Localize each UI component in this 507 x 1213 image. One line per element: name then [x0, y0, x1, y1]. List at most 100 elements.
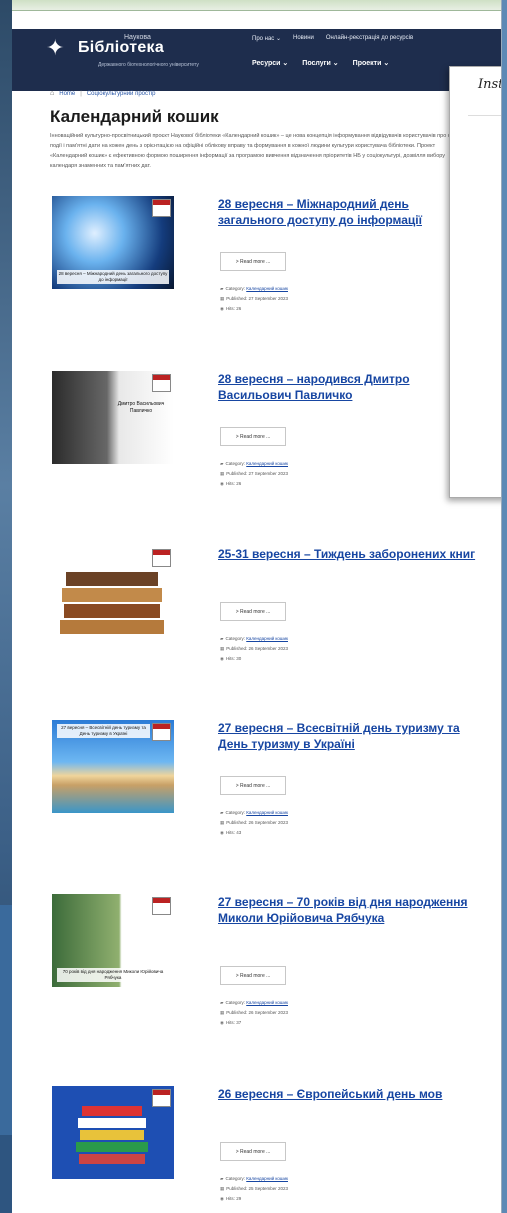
site-header: ✦ Бібліотека Наукова Державного біотехно… — [12, 29, 501, 91]
category-link[interactable]: Календарний кошик — [246, 461, 288, 466]
calendar-badge-icon — [152, 897, 171, 915]
read-more-button[interactable]: > Read more ... — [220, 776, 286, 795]
book-stack-shape — [80, 1130, 144, 1140]
top-navigation: Про нас ⌄ Новини Онлайн-реєстрація до ре… — [252, 35, 413, 42]
article-title-link[interactable]: 27 вересня – Всесвітній день туризму та … — [218, 720, 478, 752]
article-published: ▦ Published: 26 September 2023 — [220, 1008, 288, 1018]
article-title-link[interactable]: 25-31 вересня – Тиждень заборонених книг — [218, 546, 478, 562]
hits-count: Hits: 29 — [225, 1196, 242, 1201]
calendar-icon: ▦ — [220, 820, 225, 825]
category-link[interactable]: Календарний кошик — [246, 636, 288, 641]
article-title-link[interactable]: 28 вересня – народився Дмитро Васильович… — [218, 371, 478, 403]
popup-title: Insta — [478, 77, 501, 92]
article-thumbnail[interactable]: 28 вересня – Міжнародний день загального… — [52, 196, 174, 289]
eye-icon: ◉ — [220, 306, 224, 311]
article-thumbnail[interactable] — [52, 546, 174, 639]
article-hits: ◉ Hits: 43 — [220, 828, 288, 838]
calendar-badge-icon — [152, 199, 171, 217]
read-more-button[interactable]: > Read more ... — [220, 602, 286, 621]
category-link[interactable]: Календарний кошик — [246, 286, 288, 291]
calendar-badge-icon — [152, 1089, 171, 1107]
folder-icon: ▰ — [220, 461, 224, 466]
book-stack-shape — [62, 588, 162, 602]
article-published: ▦ Published: 26 September 2023 — [220, 818, 288, 828]
article-meta: ▰ Category: Календарний кошик ▦ Published:… — [220, 998, 288, 1028]
breadcrumb: ⌂ Home | Соціокультурний простір — [50, 90, 470, 97]
eye-icon: ◉ — [220, 830, 224, 835]
folder-icon: ▰ — [220, 286, 224, 291]
article-meta: ▰ Category: Календарний кошик ▦ Published:… — [220, 1174, 288, 1204]
instagram-popup[interactable]: Insta — [449, 66, 501, 498]
book-stack-shape — [64, 604, 160, 618]
article-thumbnail[interactable]: 27 вересня – Всесвітній день туризму та … — [52, 720, 174, 813]
article-hits: ◉ Hits: 37 — [220, 1018, 288, 1028]
eye-icon: ◉ — [220, 1196, 224, 1201]
thumbnail-caption: 70 років від дня народження Миколи Юрійо… — [57, 968, 169, 982]
intro-text: Інноваційний культурно-просвітницький пр… — [50, 133, 464, 169]
article-meta: ▰ Category: Календарний кошик ▦ Published:… — [220, 808, 288, 838]
logo-super: Наукова — [124, 34, 151, 41]
article-published: ▦ Published: 27 September 2023 — [220, 469, 288, 479]
breadcrumb-separator: | — [80, 90, 82, 97]
article-item: 70 років від дня народження Миколи Юрійо… — [52, 894, 492, 1054]
article-published: ▦ Published: 25 September 2023 — [220, 1184, 288, 1194]
article-published: ▦ Published: 27 September 2023 — [220, 294, 288, 304]
read-more-button[interactable]: > Read more ... — [220, 427, 286, 446]
breadcrumb-home[interactable]: Home — [59, 91, 75, 97]
article-item: Дмитро Васильович Павличко 28 вересня – … — [52, 371, 492, 531]
main-navigation: Ресурси ⌄ Послуги ⌄ Проекти ⌄ — [252, 59, 389, 67]
nav-top-about[interactable]: Про нас ⌄ — [252, 35, 281, 42]
nav-resources[interactable]: Ресурси ⌄ — [252, 59, 288, 67]
calendar-icon: ▦ — [220, 471, 225, 476]
site-logo[interactable]: ✦ Бібліотека Наукова Державного біотехно… — [46, 34, 199, 68]
browser-page: ✦ Бібліотека Наукова Державного біотехно… — [12, 0, 502, 1213]
nav-top-news[interactable]: Новини — [293, 35, 314, 42]
category-label: Category: — [225, 810, 245, 815]
calendar-icon: ▦ — [220, 1186, 225, 1191]
page-content: ⌂ Home | Соціокультурний простір Календа… — [50, 90, 470, 171]
category-label: Category: — [225, 1000, 245, 1005]
category-link[interactable]: Календарний кошик — [246, 1176, 288, 1181]
article-thumbnail[interactable]: Дмитро Васильович Павличко — [52, 371, 174, 464]
category-link[interactable]: Календарний кошик — [246, 1000, 288, 1005]
article-item: 27 вересня – Всесвітній день туризму та … — [52, 720, 492, 880]
hits-count: Hits: 26 — [225, 306, 242, 311]
book-stack-shape — [76, 1142, 148, 1152]
book-stack-shape — [82, 1106, 142, 1116]
calendar-icon: ▦ — [220, 296, 225, 301]
breadcrumb-current[interactable]: Соціокультурний простір — [87, 91, 156, 97]
read-more-button[interactable]: > Read more ... — [220, 252, 286, 271]
eye-icon: ◉ — [220, 1020, 224, 1025]
article-hits: ◉ Hits: 26 — [220, 479, 288, 489]
article-title-link[interactable]: 28 вересня – Міжнародний день загального… — [218, 196, 478, 228]
article-category: ▰ Category: Календарний кошик — [220, 459, 288, 469]
category-link[interactable]: Календарний кошик — [246, 810, 288, 815]
read-more-button[interactable]: > Read more ... — [220, 1142, 286, 1161]
home-icon[interactable]: ⌂ — [50, 90, 54, 97]
folder-icon: ▰ — [220, 636, 224, 641]
calendar-badge-icon — [152, 723, 171, 741]
folder-icon: ▰ — [220, 810, 224, 815]
folder-icon: ▰ — [220, 1176, 224, 1181]
article-meta: ▰ Category: Календарний кошик ▦ Published:… — [220, 634, 288, 664]
read-more-button[interactable]: > Read more ... — [220, 966, 286, 985]
article-title-link[interactable]: 27 вересня – 70 років від дня народження… — [218, 894, 478, 926]
article-title-link[interactable]: 26 вересня – Європейський день мов — [218, 1086, 478, 1102]
published-date: Published: 25 September 2023 — [226, 1186, 289, 1191]
nav-services[interactable]: Послуги ⌄ — [302, 59, 338, 67]
thumbnail-caption: Дмитро Васильович Павличко — [117, 401, 165, 414]
hits-count: Hits: 43 — [225, 830, 242, 835]
browser-top-strip — [12, 0, 501, 11]
article-published: ▦ Published: 26 September 2023 — [220, 644, 288, 654]
nav-top-registration[interactable]: Онлайн-реєстрація до ресурсів — [326, 35, 413, 42]
article-category: ▰ Category: Календарний кошик — [220, 634, 288, 644]
folder-icon: ▰ — [220, 1000, 224, 1005]
published-date: Published: 26 September 2023 — [226, 1010, 289, 1015]
article-category: ▰ Category: Календарний кошик — [220, 284, 288, 294]
article-thumbnail[interactable]: 70 років від дня народження Миколи Юрійо… — [52, 894, 174, 987]
article-thumbnail[interactable] — [52, 1086, 174, 1179]
calendar-badge-icon — [152, 374, 171, 392]
popup-divider — [468, 115, 501, 116]
thumbnail-caption: 28 вересня – Міжнародний день загального… — [57, 270, 169, 284]
nav-projects[interactable]: Проекти ⌄ — [353, 59, 390, 67]
